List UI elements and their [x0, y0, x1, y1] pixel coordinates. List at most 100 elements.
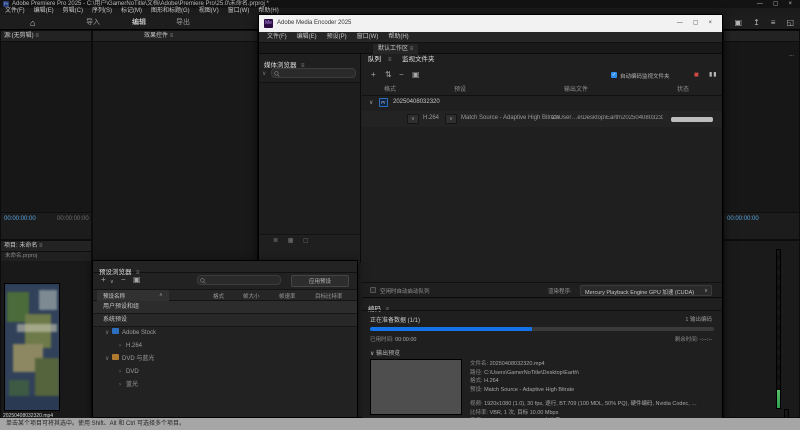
list-view-icon[interactable]: ≣: [273, 238, 278, 244]
thumbnail-view-icon[interactable]: ▦: [288, 238, 294, 244]
column-frame-rate[interactable]: 帧速率: [279, 292, 296, 300]
apply-preset-button[interactable]: 应用预设: [291, 275, 349, 287]
menu-file[interactable]: 文件(F): [267, 32, 287, 42]
chevron-right-icon[interactable]: ›: [119, 340, 126, 353]
maximize-icon[interactable]: ▢: [693, 15, 699, 32]
close-icon[interactable]: ×: [708, 15, 712, 32]
job-output-path[interactable]: C:\User…e\Desktop\Earth\20250408032320.m…: [551, 115, 663, 121]
panel-menu-icon[interactable]: ≡: [35, 33, 39, 39]
home-icon[interactable]: ⌂: [30, 17, 35, 29]
history-icon[interactable]: ∨: [262, 70, 266, 77]
chevron-down-icon[interactable]: ∨: [105, 353, 112, 366]
column-target-bitrate[interactable]: 目标比特率: [315, 292, 343, 300]
preset-tree-h264[interactable]: ›H.264: [93, 340, 357, 353]
queue-job-row[interactable]: ∨ Pr 20250408032320: [362, 96, 722, 111]
chevron-down-icon[interactable]: ∨: [110, 276, 114, 288]
format-dropdown[interactable]: ∨: [407, 114, 419, 124]
workspace-quick-actions: ▣ ↥ ≡ ◱: [735, 18, 795, 28]
menu-file[interactable]: 文件(F): [5, 8, 25, 15]
column-format[interactable]: 格式: [213, 292, 224, 300]
minimize-icon[interactable]: —: [757, 0, 763, 8]
project-file-label[interactable]: 未命名.prproj: [1, 252, 91, 261]
fullscreen-icon[interactable]: ◱: [786, 18, 794, 28]
workspace-tab-export[interactable]: 导出: [176, 18, 190, 28]
panel-menu-icon[interactable]: ≡: [39, 243, 43, 249]
menu-window[interactable]: 窗口(W): [357, 32, 379, 42]
panel-menu-icon[interactable]: ≡: [170, 33, 174, 39]
column-preset[interactable]: 预设: [454, 84, 466, 93]
me-workspace-tab[interactable]: 默认工作区 ≡: [373, 44, 418, 54]
maximize-icon[interactable]: ▢: [773, 0, 779, 8]
column-output[interactable]: 输出文件: [564, 84, 588, 93]
preset-tree-dvd-bluray[interactable]: ∨ DVD 与蓝光: [93, 353, 357, 366]
remove-icon[interactable]: −: [399, 69, 404, 81]
tab-watch-folders[interactable]: 监视文件夹: [402, 54, 435, 66]
tab-source[interactable]: 源:(无剪辑): [1, 33, 34, 39]
preset-search-input[interactable]: [197, 275, 281, 285]
workspace-tab-import[interactable]: 导入: [86, 18, 100, 28]
menu-edit[interactable]: 编辑(E): [297, 32, 317, 42]
chevron-right-icon[interactable]: ›: [119, 379, 126, 392]
column-frame-size[interactable]: 帧大小: [243, 292, 260, 300]
chevron-down-icon[interactable]: ∨: [105, 327, 112, 340]
clip-thumbnail[interactable]: [4, 283, 60, 411]
chevron-down-icon[interactable]: ∨: [369, 99, 373, 106]
queue-output-row[interactable]: ∨ H.264 ∨ Match Source - Adaptive High B…: [362, 111, 722, 127]
menu-sequence[interactable]: 序列(S): [92, 8, 112, 15]
preset-group-user[interactable]: 用户预设和组: [93, 301, 357, 314]
panel-menu-icon[interactable]: ≡: [388, 57, 392, 63]
menu-edit[interactable]: 编辑(E): [34, 8, 54, 15]
panel-overflow-icon[interactable]: ...: [789, 52, 794, 58]
job-status-bar: [671, 117, 713, 122]
stop-queue-icon[interactable]: ■: [694, 70, 699, 79]
tree-label: DVD 与蓝光: [122, 356, 154, 362]
me-window-controls: — ▢ ×: [677, 15, 712, 32]
menu-preset[interactable]: 预设(P): [327, 32, 347, 42]
auto-encode-checkbox[interactable]: ✓: [611, 72, 617, 78]
close-icon[interactable]: ×: [788, 0, 792, 8]
menu-marker[interactable]: 标记(M): [121, 8, 142, 15]
column-format[interactable]: 格式: [384, 84, 396, 93]
preset-tree-adobe-stock[interactable]: ∨Adobe Stock: [93, 327, 357, 340]
delete-preset-icon[interactable]: −: [121, 274, 126, 286]
menu-clip[interactable]: 剪辑(C): [63, 8, 83, 15]
chevron-right-icon[interactable]: ›: [119, 366, 126, 379]
preset-tree-bluray[interactable]: ›蓝光: [93, 379, 357, 392]
duplicate-icon[interactable]: ▣: [412, 69, 420, 81]
quick-export-icon[interactable]: ▣: [735, 18, 743, 28]
search-icon: [200, 278, 206, 284]
tab-project[interactable]: 项目: 未命名: [1, 243, 37, 249]
column-preset-name[interactable]: 预设名称: [103, 292, 125, 300]
preset-group-system[interactable]: 系统预设: [93, 314, 357, 327]
add-source-icon[interactable]: +: [371, 69, 376, 81]
column-status[interactable]: 状态: [677, 84, 689, 93]
menu-help[interactable]: 帮助(H): [388, 32, 408, 42]
idle-auto-checkbox[interactable]: ✓: [370, 287, 376, 293]
media-browser-tree[interactable]: [259, 82, 360, 234]
remaining-label: 剩余时间:: [675, 337, 699, 343]
preset-settings-icon[interactable]: ▣: [133, 274, 141, 286]
tab-queue[interactable]: 队列: [368, 54, 381, 66]
source-monitor-viewer: [1, 42, 91, 212]
workspace-tab-edit[interactable]: 编辑: [132, 18, 146, 28]
job-preset[interactable]: Match Source - Adaptive High Bitrate: [461, 115, 559, 121]
menu-view[interactable]: 视图(V): [199, 8, 219, 15]
renderer-dropdown[interactable]: Mercury Playback Engine GPU 加速 (CUDA) ∨: [580, 285, 712, 296]
job-name: 20250408032320: [393, 99, 440, 105]
new-preset-icon[interactable]: +: [101, 274, 106, 286]
pause-queue-icon[interactable]: ▮▮: [709, 71, 718, 78]
preview-icon[interactable]: ▢: [303, 238, 309, 244]
menu-window[interactable]: 窗口(W): [228, 8, 250, 15]
add-output-icon[interactable]: ⇅: [385, 69, 392, 81]
preset-dropdown[interactable]: ∨: [445, 114, 457, 124]
auto-encode-label: 自动编码监视文件夹: [620, 72, 670, 80]
workspaces-icon[interactable]: ≡: [771, 18, 776, 28]
menu-graphics[interactable]: 图形和标题(G): [151, 8, 190, 15]
minimize-icon[interactable]: —: [677, 15, 683, 32]
preset-tree-dvd[interactable]: ›DVD: [93, 366, 357, 379]
media-browser-search-input[interactable]: [271, 68, 356, 78]
job-format[interactable]: H.264: [423, 115, 439, 121]
share-icon[interactable]: ↥: [753, 18, 760, 28]
tab-effect-controls[interactable]: 效果控件: [93, 33, 168, 39]
output-preview-toggle[interactable]: ∨ 输出预览: [370, 348, 400, 357]
